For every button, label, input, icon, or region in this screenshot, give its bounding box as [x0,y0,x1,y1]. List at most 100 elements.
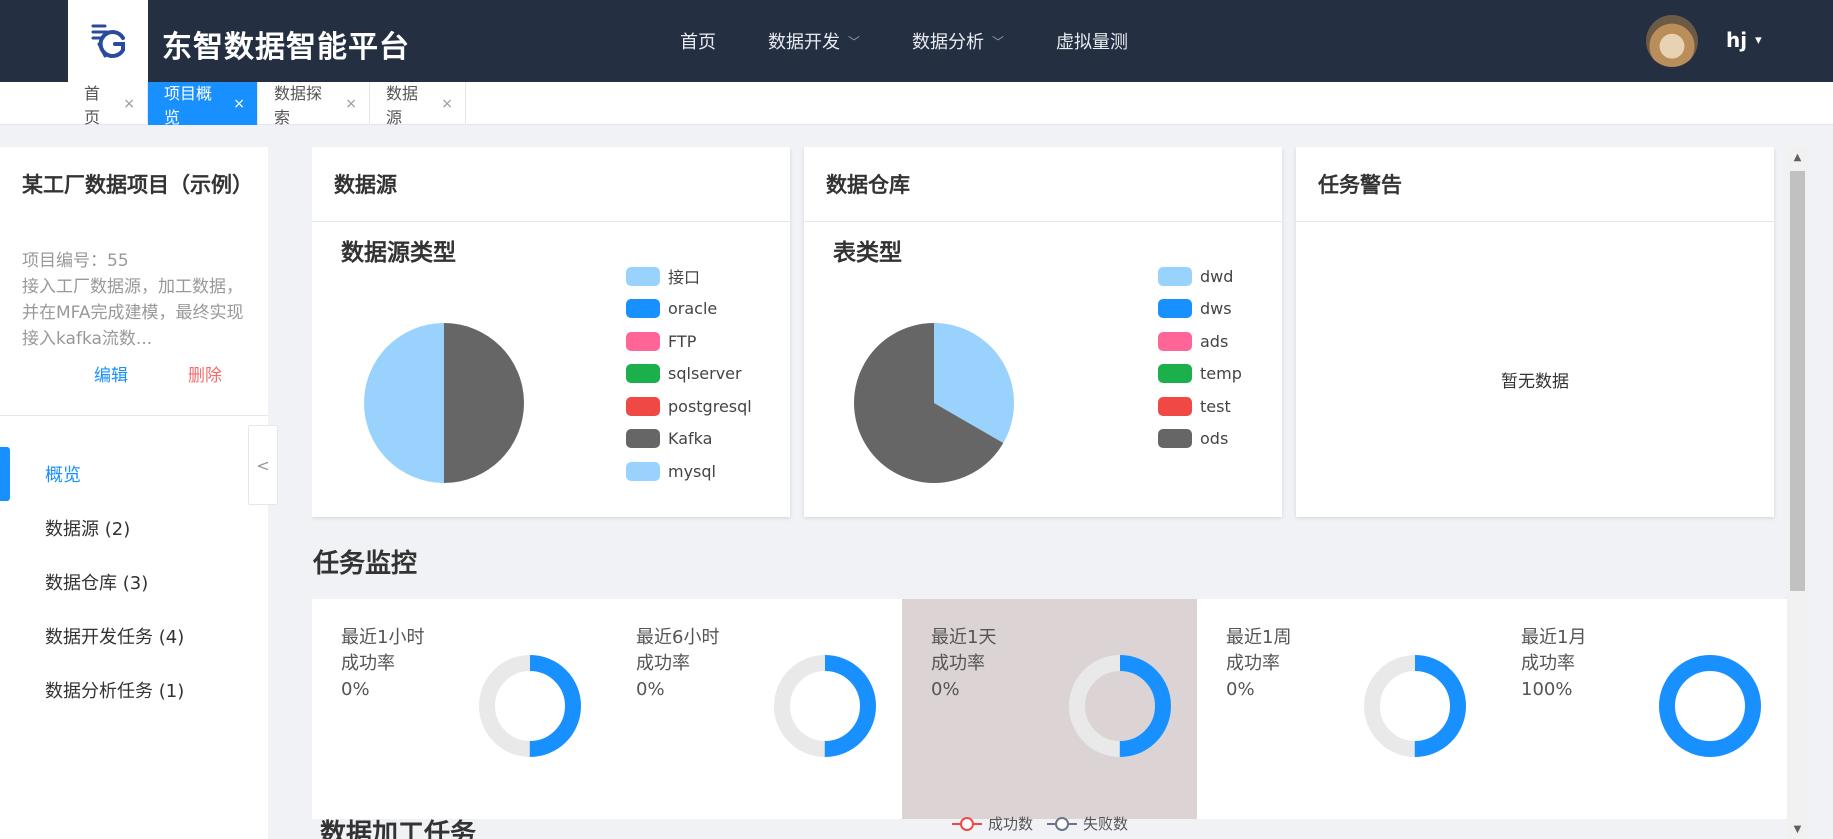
line-marker-icon [1047,816,1078,831]
monitor-item[interactable]: 最近1小时 成功率 0% [312,599,607,819]
main-nav: 首页 数据开发 ﹀ 数据分析 ﹀ 虚拟量测 [680,0,1180,82]
nav-data-development[interactable]: 数据开发 ﹀ [768,28,860,54]
legend-item[interactable]: 接口 [626,260,752,293]
legend-swatch [1158,429,1192,449]
legend-label: dwd [1200,266,1234,286]
sidebar-item-analysis-tasks[interactable]: 数据分析任务 (1) [0,663,268,717]
legend-label: 成功数 [988,815,1034,833]
monitor-text: 最近1周 成功率 0% [1226,625,1291,703]
monitor-period: 最近1小时 [341,627,425,648]
legend-item[interactable]: mysql [626,455,752,488]
legend-swatch [1158,266,1192,286]
legend-item[interactable]: sqlserver [626,358,752,391]
scroll-down-icon[interactable]: ▼ [1787,819,1808,839]
tab-home[interactable]: 首页 × [68,82,148,127]
nav-virtual-metrology[interactable]: 虚拟量测 [1056,28,1128,54]
legend-swatch [626,396,660,416]
legend-label: 接口 [668,268,701,288]
close-icon[interactable]: × [233,96,245,112]
sidebar-item-dev-tasks[interactable]: 数据开发任务 (4) [0,609,268,663]
section-title: 数据加工任务 [320,819,477,839]
card-title: 数据源 [312,147,790,222]
sidebar-item-label: 数据源 (2) [45,519,131,540]
legend-label: ads [1200,331,1229,351]
legend-item[interactable]: temp [1158,358,1242,391]
close-icon[interactable]: × [345,96,357,112]
tab-label: 数据探索 [274,83,323,127]
sidebar-item-label: 数据仓库 (3) [45,573,149,594]
sidebar-item-warehouse[interactable]: 数据仓库 (3) [0,555,268,609]
chart-title: 数据源类型 [341,240,456,266]
tab-data-exploration[interactable]: 数据探索 × [258,82,370,127]
caret-down-icon: ▾ [1755,32,1762,48]
edit-button[interactable]: 编辑 [94,361,128,386]
sidebar-item-label: 数据分析任务 (1) [45,681,185,702]
legend-item[interactable]: FTP [626,325,752,358]
legend-item[interactable]: dwd [1158,260,1242,293]
username: hj [1726,28,1748,52]
success-rate-donut [1069,655,1171,757]
user-menu[interactable]: hj ▾ [1726,28,1762,52]
nav-data-analysis[interactable]: 数据分析 ﹀ [912,28,1004,54]
line-marker-icon [952,816,982,831]
legend-label: dws [1200,299,1232,319]
logo[interactable] [68,0,148,82]
scroll-up-icon[interactable]: ▲ [1787,147,1808,167]
top-navbar: 东智数据智能平台 首页 数据开发 ﹀ 数据分析 ﹀ 虚拟量测 hj ▾ [0,0,1833,82]
pie-slice-kafka[interactable] [444,323,524,483]
scrollbar-thumb[interactable] [1790,171,1805,591]
legend-item[interactable]: oracle [626,293,752,326]
sidebar-item-overview[interactable]: 概览 [0,447,268,501]
legend-swatch [1158,396,1192,416]
monitor-value: 100% [1521,679,1573,700]
monitor-label: 成功率 [636,653,690,674]
tab-label: 首页 [84,83,101,127]
legend-swatch [1158,331,1192,351]
monitor-label: 成功率 [1226,653,1280,674]
close-icon[interactable]: × [123,96,135,112]
chevron-down-icon: ﹀ [848,34,861,49]
monitor-item[interactable]: 最近1天 成功率 0% [902,599,1197,819]
monitor-text: 最近1天 成功率 0% [931,625,996,703]
monitor-text: 最近6小时 成功率 0% [636,625,719,703]
scrollbar[interactable]: ▲ ▼ [1787,147,1808,839]
avatar[interactable] [1646,15,1698,67]
nav-home[interactable]: 首页 [680,28,716,54]
legend-swatch [626,461,660,481]
delete-button[interactable]: 删除 [188,361,222,386]
legend-item[interactable]: postgresql [626,390,752,423]
chevron-left-icon: < [256,455,270,475]
sidebar-item-datasource[interactable]: 数据源 (2) [0,501,268,555]
legend-item-success[interactable]: 成功数 [952,813,1033,834]
legend-item[interactable]: Kafka [626,423,752,456]
warehouse-legend: dwd dws ads temp test ods [1158,260,1242,455]
sidebar-item-label: 概览 [45,465,81,486]
project-description: 接入工厂数据源，加工数据，并在MFA完成建模，最终实现接入kafka流数... [22,277,244,349]
datasource-legend: 接口 oracle FTP sqlserver postgresql Kafka mysql [626,260,752,488]
monitor-item[interactable]: 最近6小时 成功率 0% [607,599,902,819]
tab-datasource[interactable]: 数据源 × [370,82,466,127]
nav-label: 数据开发 [768,32,840,53]
nav-label: 首页 [680,32,716,53]
legend-item-failure[interactable]: 失败数 [1047,813,1128,834]
legend-swatch [1158,299,1192,319]
legend-item[interactable]: ods [1158,423,1242,456]
close-icon[interactable]: × [441,96,453,112]
success-rate-donut [479,655,581,757]
monitor-label: 成功率 [1521,653,1575,674]
legend-item[interactable]: dws [1158,293,1242,326]
monitor-item[interactable]: 最近1周 成功率 0% [1197,599,1492,819]
monitor-value: 0% [931,679,960,700]
sidebar-collapse-button[interactable]: < [248,425,278,505]
task-monitor: 最近1小时 成功率 0% 最近6小时成功率 0% 最近1天 成功率 0% 最近1周 成功率 0% 最近… [312,599,1787,819]
pie-slice-mysql[interactable] [364,323,444,483]
legend-item[interactable]: test [1158,390,1242,423]
monitor-item[interactable]: 最近1月 成功率 100% [1492,599,1787,819]
legend-swatch [626,266,660,286]
legend-item[interactable]: ads [1158,325,1242,358]
project-meta: 项目编号：55 接入工厂数据源，加工数据，并在MFA完成建模，最终实现接入kaf… [22,248,247,352]
tab-project-overview[interactable]: 项目概览 × [148,82,258,127]
legend-swatch [626,299,660,319]
donut-arc [1659,655,1761,757]
monitor-period: 最近6小时 [636,627,720,648]
